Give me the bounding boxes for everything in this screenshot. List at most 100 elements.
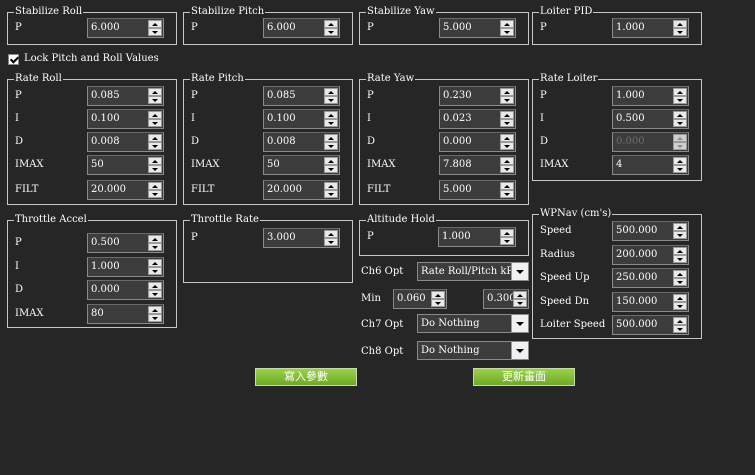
rate-yaw-imax-input[interactable]: 7.808: [439, 155, 516, 175]
write-params-button[interactable]: 寫入參數: [255, 368, 357, 386]
spin-down-arrow-icon[interactable]: [500, 142, 514, 150]
spin-down-arrow-icon[interactable]: [148, 165, 162, 173]
spin-up-arrow-icon[interactable]: [148, 282, 162, 290]
wpnav-loiter-speed-input[interactable]: 500.000: [612, 315, 689, 335]
spin-down-arrow-icon[interactable]: [148, 28, 162, 36]
wpnav-speed-dn-input[interactable]: 150.000: [612, 292, 689, 312]
spin-up-arrow-icon[interactable]: [324, 20, 338, 28]
stabilize-yaw-p-input[interactable]: 5.000: [439, 18, 516, 38]
spin-up-arrow-icon[interactable]: [324, 111, 338, 119]
rate-yaw-i-input[interactable]: 0.023: [439, 109, 516, 129]
spin-down-arrow-icon[interactable]: [148, 314, 162, 322]
spin-up-arrow-icon[interactable]: [148, 134, 162, 142]
spin-down-arrow-icon[interactable]: [148, 267, 162, 275]
spin-up-arrow-icon[interactable]: [148, 259, 162, 267]
rate-pitch-imax-input[interactable]: 50: [263, 155, 340, 175]
spin-down-arrow-icon[interactable]: [148, 119, 162, 127]
spin-up-arrow-icon[interactable]: [500, 157, 514, 165]
spin-down-arrow-icon[interactable]: [673, 278, 687, 286]
spin-down-arrow-icon[interactable]: [500, 28, 514, 36]
spin-down-arrow-icon[interactable]: [500, 119, 514, 127]
rate-pitch-p-input[interactable]: 0.085: [263, 86, 340, 106]
rate-yaw-d-input[interactable]: 0.000: [439, 132, 516, 152]
spin-down-arrow-icon[interactable]: [148, 243, 162, 251]
throttle-accel-d-input[interactable]: 0.000: [87, 280, 164, 300]
rate-roll-filt-input[interactable]: 20.000: [87, 180, 164, 200]
lock-pitch-roll-label[interactable]: Lock Pitch and Roll Values: [24, 53, 159, 64]
spin-up-arrow-icon[interactable]: [673, 317, 687, 325]
spin-up-arrow-icon[interactable]: [673, 270, 687, 278]
throttle-accel-p-input[interactable]: 0.500: [87, 233, 164, 253]
lock-pitch-roll-checkbox[interactable]: [8, 54, 19, 65]
spin-up-arrow-icon[interactable]: [324, 157, 338, 165]
rate-roll-i-input[interactable]: 0.100: [87, 109, 164, 129]
spin-up-arrow-icon[interactable]: [148, 182, 162, 190]
wpnav-radius-input[interactable]: 200.000: [612, 245, 689, 265]
ch7-opt-select[interactable]: Do Nothing: [417, 314, 529, 333]
spin-down-arrow-icon[interactable]: [148, 142, 162, 150]
wpnav-speed-up-input[interactable]: 250.000: [612, 268, 689, 288]
spin-up-arrow-icon[interactable]: [500, 111, 514, 119]
spin-up-arrow-icon[interactable]: [673, 88, 687, 96]
spin-up-arrow-icon[interactable]: [673, 247, 687, 255]
refresh-screen-button[interactable]: 更新畫面: [473, 368, 575, 386]
spin-down-arrow-icon[interactable]: [324, 96, 338, 104]
spin-up-arrow-icon[interactable]: [673, 223, 687, 231]
spin-down-arrow-icon[interactable]: [673, 165, 687, 173]
spin-up-arrow-icon[interactable]: [324, 134, 338, 142]
throttle-accel-i-input[interactable]: 1.000: [87, 257, 164, 277]
spin-up-arrow-icon[interactable]: [500, 182, 514, 190]
rate-yaw-p-input[interactable]: 0.230: [439, 86, 516, 106]
spin-up-arrow-icon[interactable]: [673, 111, 687, 119]
chevron-down-icon[interactable]: [511, 263, 528, 280]
spin-down-arrow-icon[interactable]: [148, 96, 162, 104]
spin-down-arrow-icon[interactable]: [673, 96, 687, 104]
spin-down-arrow-icon[interactable]: [673, 325, 687, 333]
spin-up-arrow-icon[interactable]: [148, 20, 162, 28]
rate-pitch-d-input[interactable]: 0.008: [263, 132, 340, 152]
spin-down-arrow-icon[interactable]: [500, 165, 514, 173]
spin-up-arrow-icon[interactable]: [673, 157, 687, 165]
rate-roll-p-input[interactable]: 0.085: [87, 86, 164, 106]
spin-up-arrow-icon[interactable]: [148, 88, 162, 96]
spin-up-arrow-icon[interactable]: [148, 157, 162, 165]
rate-loiter-i-input[interactable]: 0.500: [612, 109, 689, 129]
stabilize-roll-p-input[interactable]: 6.000: [87, 18, 164, 38]
spin-down-arrow-icon[interactable]: [431, 299, 445, 307]
ch6-min-input[interactable]: 0.060: [393, 289, 447, 309]
ch6-opt-select[interactable]: Rate Roll/Pitch kP: [417, 262, 529, 281]
spin-down-arrow-icon[interactable]: [673, 119, 687, 127]
rate-pitch-i-input[interactable]: 0.100: [263, 109, 340, 129]
altitude-hold-p-input[interactable]: 1.000: [438, 227, 516, 247]
ch6-max-input[interactable]: 0.300: [483, 289, 529, 309]
spin-up-arrow-icon[interactable]: [673, 294, 687, 302]
spin-up-arrow-icon[interactable]: [148, 306, 162, 314]
throttle-rate-p-input[interactable]: 3.000: [263, 228, 340, 248]
spin-up-arrow-icon[interactable]: [500, 20, 514, 28]
spin-up-arrow-icon[interactable]: [513, 291, 527, 299]
spin-down-arrow-icon[interactable]: [148, 190, 162, 198]
spin-up-arrow-icon[interactable]: [500, 88, 514, 96]
chevron-down-icon[interactable]: [511, 342, 528, 359]
spin-down-arrow-icon[interactable]: [324, 190, 338, 198]
spin-up-arrow-icon[interactable]: [148, 235, 162, 243]
spin-down-arrow-icon[interactable]: [148, 290, 162, 298]
rate-roll-imax-input[interactable]: 50: [87, 155, 164, 175]
spin-up-arrow-icon[interactable]: [673, 20, 687, 28]
spin-down-arrow-icon[interactable]: [500, 237, 514, 245]
spin-up-arrow-icon[interactable]: [431, 291, 445, 299]
rate-pitch-filt-input[interactable]: 20.000: [263, 180, 340, 200]
spin-down-arrow-icon[interactable]: [324, 238, 338, 246]
rate-roll-d-input[interactable]: 0.008: [87, 132, 164, 152]
ch8-opt-select[interactable]: Do Nothing: [417, 341, 529, 360]
throttle-accel-imax-input[interactable]: 80: [87, 304, 164, 324]
chevron-down-icon[interactable]: [511, 315, 528, 332]
spin-up-arrow-icon[interactable]: [148, 111, 162, 119]
spin-up-arrow-icon[interactable]: [500, 229, 514, 237]
spin-up-arrow-icon[interactable]: [324, 88, 338, 96]
stabilize-pitch-p-input[interactable]: 6.000: [263, 18, 340, 38]
spin-down-arrow-icon[interactable]: [324, 142, 338, 150]
spin-down-arrow-icon[interactable]: [324, 165, 338, 173]
rate-yaw-filt-input[interactable]: 5.000: [439, 180, 516, 200]
spin-up-arrow-icon[interactable]: [500, 134, 514, 142]
